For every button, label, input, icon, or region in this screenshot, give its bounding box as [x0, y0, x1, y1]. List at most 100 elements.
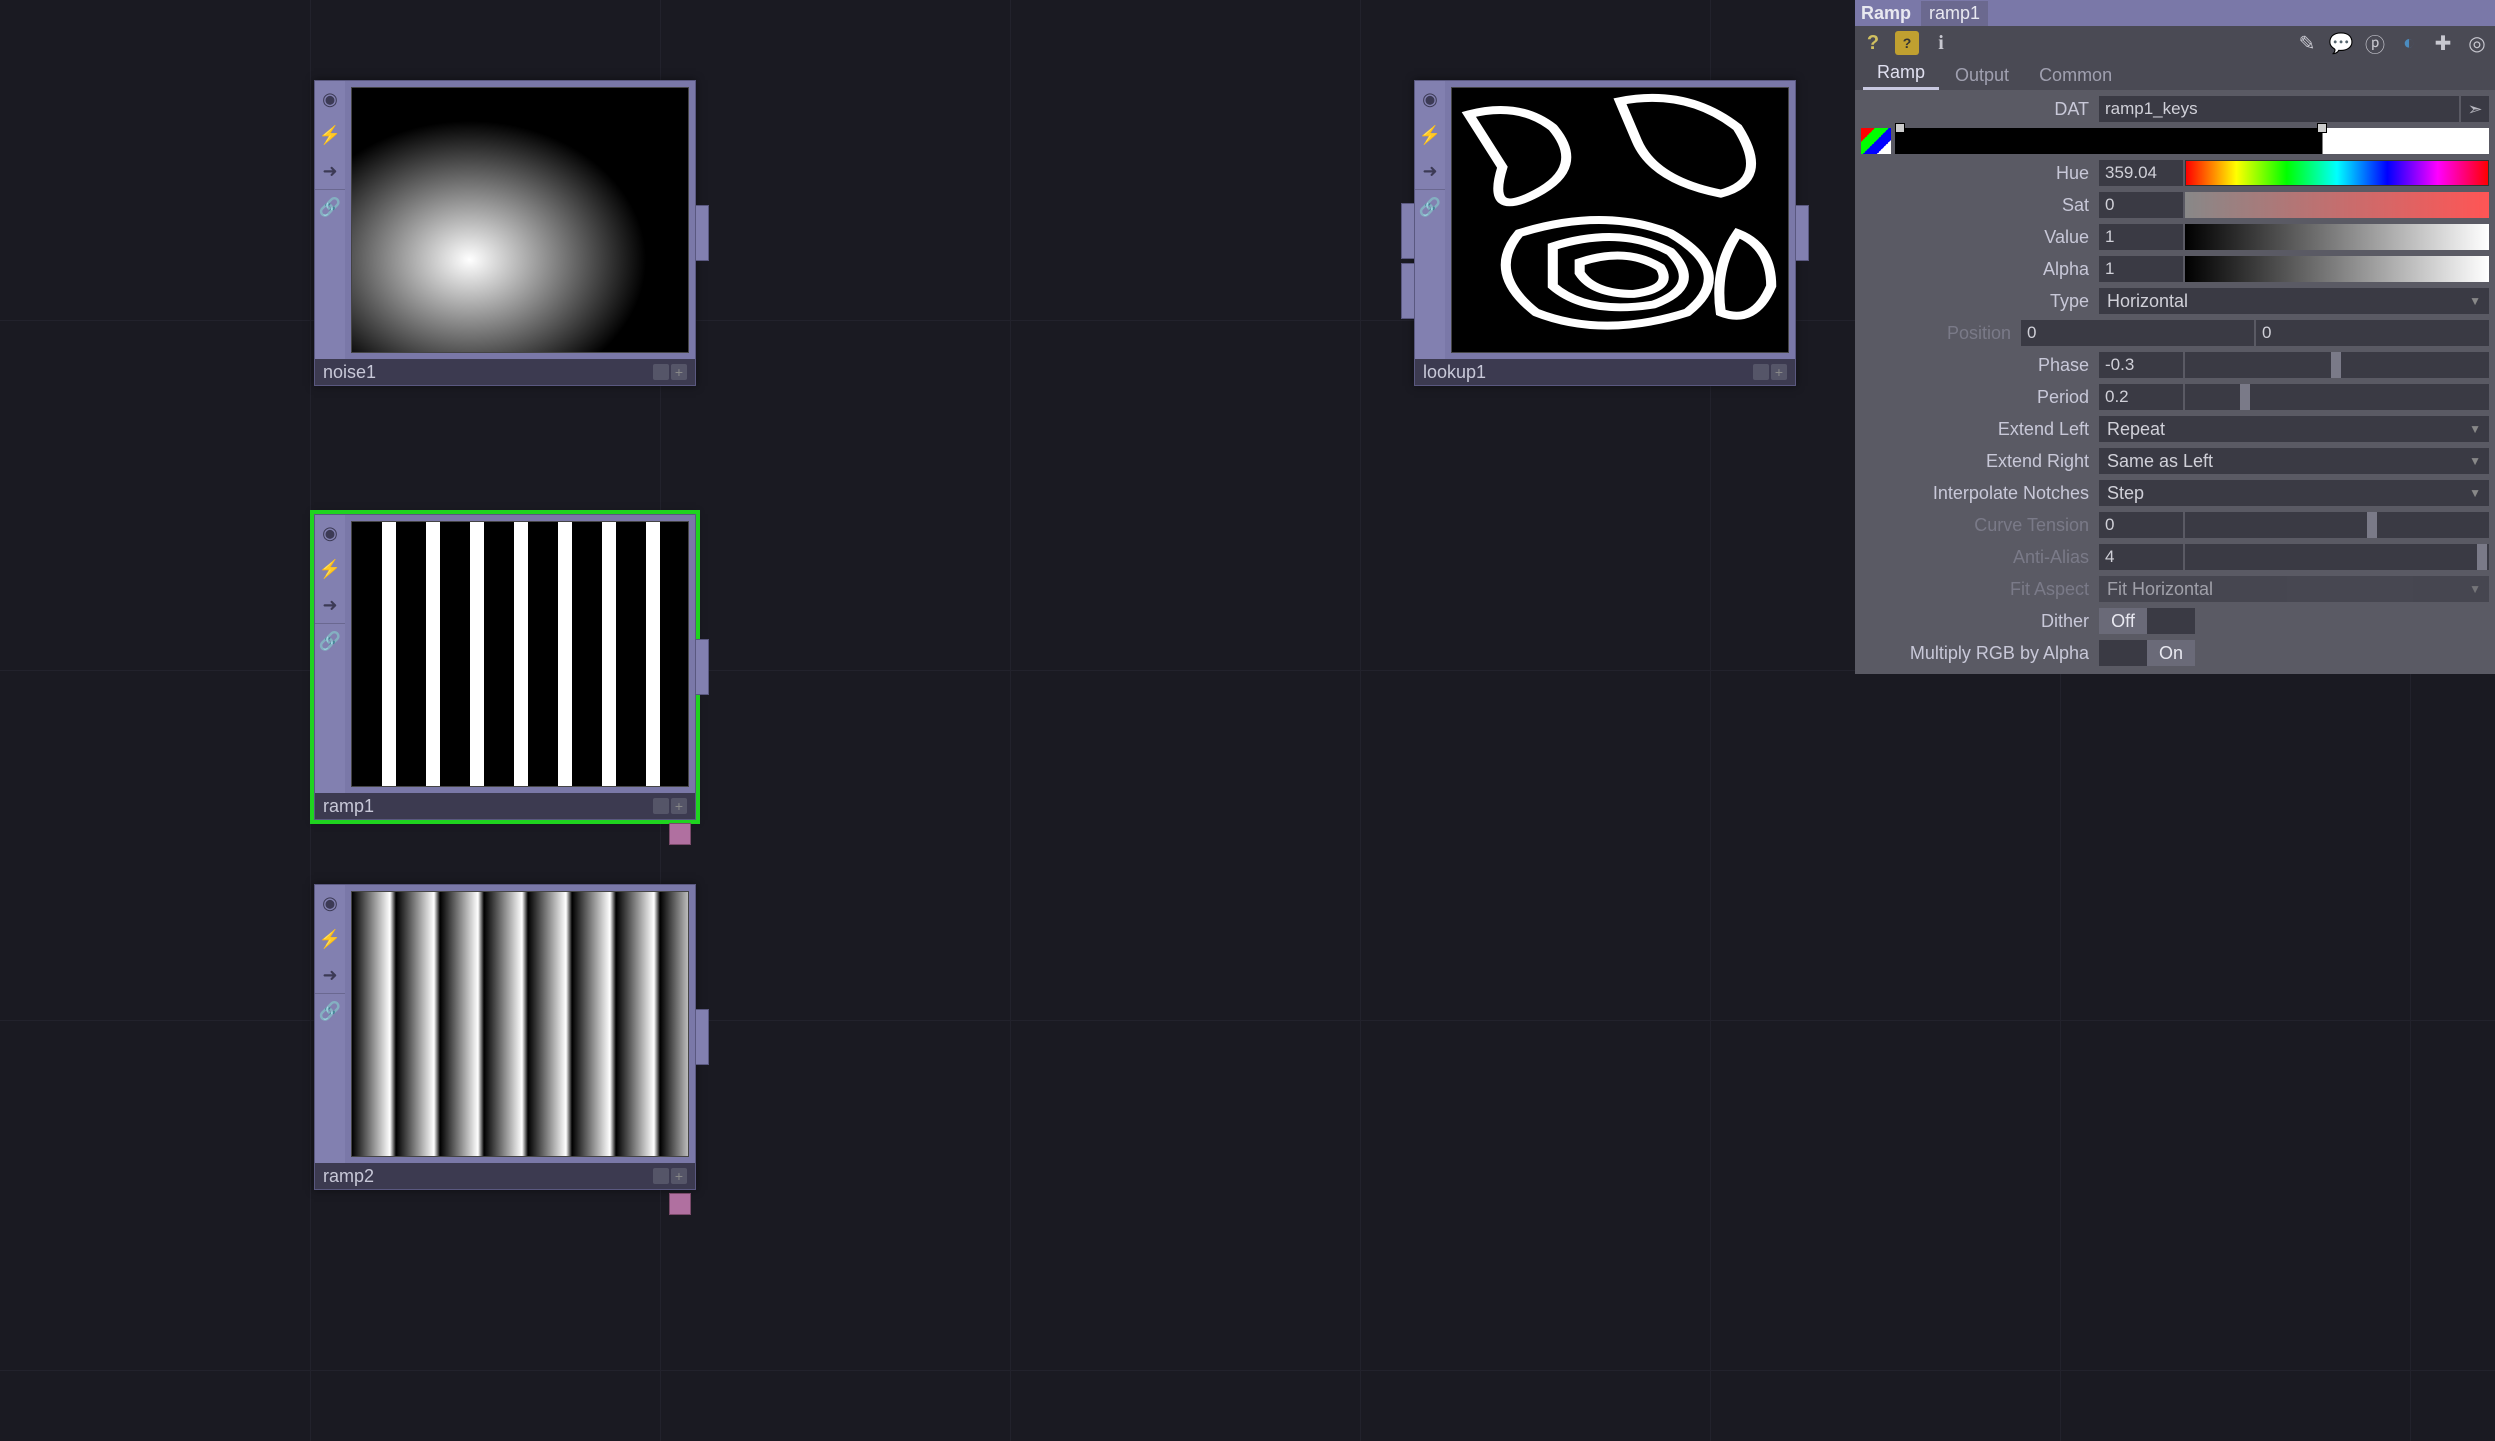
clone-icon[interactable]: ⚡ — [1415, 117, 1445, 153]
value-field[interactable] — [2099, 224, 2183, 250]
node-noise1[interactable]: ◉ ⚡ ➜ 🔗 noise1 + — [314, 80, 696, 386]
output-connector[interactable] — [695, 639, 709, 695]
gradient-handle[interactable] — [1895, 123, 1905, 133]
fit-aspect-value: Fit Horizontal — [2107, 579, 2213, 600]
comment-icon[interactable]: 💬 — [2329, 31, 2353, 55]
node-name[interactable]: ramp2 — [323, 1166, 374, 1187]
dock-flag[interactable] — [669, 1193, 691, 1215]
output-connector[interactable] — [695, 1009, 709, 1065]
position-x-field[interactable] — [2021, 320, 2254, 346]
plus-icon[interactable]: + — [1771, 364, 1787, 380]
sat-slider[interactable] — [2185, 192, 2489, 218]
label-extend-left: Extend Left — [1861, 419, 2099, 440]
label-mult-rgb: Multiply RGB by Alpha — [1861, 643, 2099, 664]
hue-slider[interactable] — [2185, 160, 2489, 186]
edit-icon[interactable]: ✎ — [2295, 31, 2319, 55]
chevron-down-icon: ▼ — [2469, 582, 2481, 596]
label-period: Period — [1861, 387, 2099, 408]
node-name[interactable]: lookup1 — [1423, 362, 1486, 383]
label-alpha: Alpha — [1861, 259, 2099, 280]
language-icon[interactable]: ⓟ — [2363, 31, 2387, 55]
curve-tension-field[interactable] — [2099, 512, 2183, 538]
viewer-active-icon[interactable]: ◉ — [315, 885, 345, 921]
node-preview[interactable] — [351, 521, 689, 787]
plus-icon[interactable]: + — [671, 1168, 687, 1184]
anti-alias-slider[interactable] — [2185, 544, 2489, 570]
node-sidebar: ◉ ⚡ ➜ 🔗 — [1415, 81, 1445, 359]
period-slider[interactable] — [2185, 384, 2489, 410]
node-ramp1[interactable]: ◉ ⚡ ➜ 🔗 ramp1 + — [314, 514, 696, 820]
lock-icon[interactable]: 🔗 — [315, 993, 345, 1029]
flag-dot[interactable] — [653, 364, 669, 380]
lock-icon[interactable]: 🔗 — [1415, 189, 1445, 225]
clone-icon[interactable]: ⚡ — [315, 117, 345, 153]
interp-select[interactable]: Step ▼ — [2099, 480, 2489, 506]
dat-picker-icon[interactable]: ➣ — [2461, 96, 2489, 122]
node-preview[interactable] — [1451, 87, 1789, 353]
node-lookup1[interactable]: ◉ ⚡ ➜ 🔗 lookup1 + — [1414, 80, 1796, 386]
color-swatch[interactable] — [1861, 128, 1891, 154]
help-python-icon[interactable]: ? — [1895, 31, 1919, 55]
plus-icon[interactable]: + — [671, 798, 687, 814]
output-connector[interactable] — [695, 205, 709, 261]
flag-dot[interactable] — [653, 798, 669, 814]
alpha-slider[interactable] — [2185, 256, 2489, 282]
bypass-icon[interactable]: ➜ — [315, 153, 345, 189]
clone-icon[interactable]: ⚡ — [315, 921, 345, 957]
clone-icon[interactable]: ⚡ — [315, 551, 345, 587]
dither-toggle[interactable]: Off — [2099, 608, 2195, 634]
node-name[interactable]: noise1 — [323, 362, 376, 383]
node-name[interactable]: ramp1 — [323, 796, 374, 817]
bypass-icon[interactable]: ➜ — [315, 957, 345, 993]
position-y-field[interactable] — [2256, 320, 2489, 346]
help-icon[interactable]: ? — [1861, 31, 1885, 55]
chevron-down-icon: ▼ — [2469, 486, 2481, 500]
type-select[interactable]: Horizontal▼ — [2099, 288, 2489, 314]
viewer-active-icon[interactable]: ◉ — [315, 515, 345, 551]
extend-left-select[interactable]: Repeat▼ — [2099, 416, 2489, 442]
plus-icon[interactable]: + — [671, 364, 687, 380]
info-icon[interactable]: i — [1929, 31, 1953, 55]
tab-output[interactable]: Output — [1941, 61, 2023, 90]
output-connector[interactable] — [1795, 205, 1809, 261]
label-fit-aspect: Fit Aspect — [1861, 579, 2099, 600]
phase-field[interactable] — [2099, 352, 2183, 378]
extend-right-select[interactable]: Same as Left▼ — [2099, 448, 2489, 474]
gradient-bar[interactable] — [1895, 128, 2489, 154]
phase-slider[interactable] — [2185, 352, 2489, 378]
dock-flag[interactable] — [669, 823, 691, 845]
panel-header: Ramp ramp1 — [1855, 0, 2495, 26]
flag-dot[interactable] — [1753, 364, 1769, 380]
period-field[interactable] — [2099, 384, 2183, 410]
bypass-icon[interactable]: ➜ — [1415, 153, 1445, 189]
gear-icon[interactable]: ◎ — [2465, 31, 2489, 55]
python-icon[interactable]: ◐ — [2397, 31, 2421, 55]
gradient-handle[interactable] — [2317, 123, 2327, 133]
op-name-field[interactable]: ramp1 — [1921, 1, 1988, 26]
dat-field[interactable] — [2099, 96, 2459, 122]
chevron-down-icon: ▼ — [2469, 454, 2481, 468]
curve-tension-slider[interactable] — [2185, 512, 2489, 538]
bypass-icon[interactable]: ➜ — [315, 587, 345, 623]
tab-common[interactable]: Common — [2025, 61, 2126, 90]
node-preview[interactable] — [351, 891, 689, 1157]
anti-alias-field[interactable] — [2099, 544, 2183, 570]
viewer-active-icon[interactable]: ◉ — [315, 81, 345, 117]
input-connector-0[interactable] — [1401, 203, 1415, 259]
add-icon[interactable]: ✚ — [2431, 31, 2455, 55]
node-preview[interactable] — [351, 87, 689, 353]
lock-icon[interactable]: 🔗 — [315, 189, 345, 225]
label-position: Position — [1861, 323, 2021, 344]
value-slider[interactable] — [2185, 224, 2489, 250]
lock-icon[interactable]: 🔗 — [315, 623, 345, 659]
sat-field[interactable] — [2099, 192, 2183, 218]
interp-value: Step — [2107, 483, 2144, 504]
flag-dot[interactable] — [653, 1168, 669, 1184]
tab-ramp[interactable]: Ramp — [1863, 58, 1939, 90]
mult-rgb-toggle[interactable]: On — [2099, 640, 2195, 666]
alpha-field[interactable] — [2099, 256, 2183, 282]
input-connector-1[interactable] — [1401, 263, 1415, 319]
node-ramp2[interactable]: ◉ ⚡ ➜ 🔗 ramp2 + — [314, 884, 696, 1190]
hue-field[interactable] — [2099, 160, 2183, 186]
viewer-active-icon[interactable]: ◉ — [1415, 81, 1445, 117]
